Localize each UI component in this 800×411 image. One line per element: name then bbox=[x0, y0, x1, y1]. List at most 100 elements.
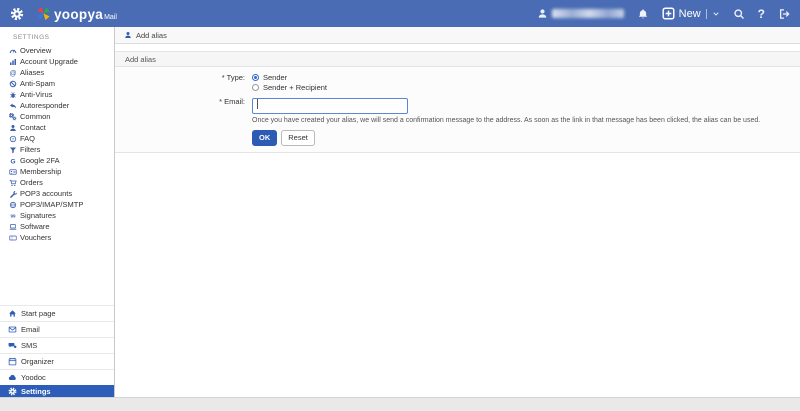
app-item-settings[interactable]: Settings bbox=[0, 385, 114, 397]
sidebar-item-anti-virus[interactable]: Anti-Virus bbox=[0, 89, 114, 100]
sidebar-item-vouchers[interactable]: Vouchers bbox=[0, 232, 114, 243]
envelope-icon bbox=[8, 325, 17, 334]
radio-option-sender[interactable]: Sender bbox=[252, 72, 327, 82]
help-icon[interactable]: ? bbox=[758, 8, 765, 20]
cart-icon bbox=[9, 179, 17, 187]
helper-text: Once you have created your alias, we wil… bbox=[252, 117, 760, 124]
account-menu[interactable] bbox=[537, 8, 624, 19]
sidebar-item-anti-spam[interactable]: Anti-Spam bbox=[0, 78, 114, 89]
sidebar-item-label: Contact bbox=[20, 123, 46, 132]
home-icon bbox=[8, 309, 17, 318]
google-icon bbox=[9, 157, 17, 165]
new-button-label: New bbox=[679, 8, 701, 20]
plus-square-icon bbox=[662, 7, 675, 20]
sidebar-item-common[interactable]: Common bbox=[0, 111, 114, 122]
radio-option-sender-recipient[interactable]: Sender + Recipient bbox=[252, 82, 327, 92]
app-item-sms[interactable]: SMS bbox=[0, 337, 114, 353]
content-area: Add alias Add alias * Type: SenderSender… bbox=[115, 27, 800, 397]
radio-sender-recipient[interactable] bbox=[252, 84, 259, 91]
ok-button[interactable]: OK bbox=[252, 130, 277, 146]
laptop-icon bbox=[9, 223, 17, 231]
gear-icon bbox=[8, 387, 17, 396]
sidebar-item-pop3-accounts[interactable]: POP3 accounts bbox=[0, 188, 114, 199]
panel-title: Add alias bbox=[115, 51, 800, 67]
sidebar-item-membership[interactable]: Membership bbox=[0, 166, 114, 177]
sidebar-item-google-2fa[interactable]: Google 2FA bbox=[0, 155, 114, 166]
reset-button[interactable]: Reset bbox=[281, 130, 315, 146]
chat-icon bbox=[8, 341, 17, 350]
search-icon[interactable] bbox=[733, 8, 745, 20]
text-caret bbox=[257, 99, 258, 109]
notifications-bell-icon[interactable] bbox=[637, 8, 649, 20]
app-logo[interactable]: yoopya Mail bbox=[36, 6, 117, 22]
sidebar-item-label: Common bbox=[20, 112, 50, 121]
sidebar-item-label: Account Upgrade bbox=[20, 57, 78, 66]
app-item-label: SMS bbox=[21, 341, 37, 350]
bug-icon bbox=[9, 91, 17, 99]
sidebar-item-label: Aliases bbox=[20, 68, 44, 77]
sidebar-item-label: Software bbox=[20, 222, 50, 231]
cloud-icon bbox=[8, 373, 17, 382]
divider bbox=[706, 9, 707, 19]
sidebar-item-aliases[interactable]: Aliases bbox=[0, 67, 114, 78]
sidebar-item-label: Autoresponder bbox=[20, 101, 69, 110]
sidebar-item-label: Anti-Virus bbox=[20, 90, 52, 99]
sidebar-item-pop3-imap-smtp[interactable]: POP3/IMAP/SMTP bbox=[0, 199, 114, 210]
sidebar-section-title: SETTINGS bbox=[0, 27, 114, 45]
wrench-icon bbox=[9, 190, 17, 198]
quote-icon bbox=[9, 212, 17, 220]
sidebar-item-account-upgrade[interactable]: Account Upgrade bbox=[0, 56, 114, 67]
breadcrumb: Add alias bbox=[115, 27, 800, 44]
sidebar-item-label: Vouchers bbox=[20, 233, 51, 242]
filter-icon bbox=[9, 146, 17, 154]
app-item-label: Settings bbox=[21, 387, 51, 396]
sidebar-item-orders[interactable]: Orders bbox=[0, 177, 114, 188]
logo-suffix: Mail bbox=[104, 14, 117, 21]
sign-out-icon[interactable] bbox=[778, 8, 790, 20]
idcard-icon bbox=[9, 168, 17, 176]
breadcrumb-label: Add alias bbox=[136, 31, 167, 40]
settings-nav: OverviewAccount UpgradeAliasesAnti-SpamA… bbox=[0, 45, 114, 243]
sidebar-item-software[interactable]: Software bbox=[0, 221, 114, 232]
app-item-label: Organizer bbox=[21, 357, 54, 366]
globe-icon bbox=[9, 201, 17, 209]
sidebar-item-label: Membership bbox=[20, 167, 61, 176]
voucher-icon bbox=[9, 234, 17, 242]
user-icon bbox=[124, 31, 132, 39]
new-button[interactable]: New bbox=[662, 7, 720, 20]
gauge-icon bbox=[9, 47, 17, 55]
sidebar-item-overview[interactable]: Overview bbox=[0, 45, 114, 56]
sidebar-item-label: POP3 accounts bbox=[20, 189, 72, 198]
app-item-organizer[interactable]: Organizer bbox=[0, 353, 114, 369]
app-item-email[interactable]: Email bbox=[0, 321, 114, 337]
app-item-label: Yoodoc bbox=[21, 373, 46, 382]
app-item-label: Start page bbox=[21, 309, 56, 318]
sidebar-item-label: Google 2FA bbox=[20, 156, 60, 165]
logo-text: yoopya bbox=[54, 7, 103, 22]
type-options: SenderSender + Recipient bbox=[252, 72, 327, 92]
add-alias-panel: Add alias * Type: SenderSender + Recipie… bbox=[115, 51, 800, 153]
ban-icon bbox=[9, 80, 17, 88]
radio-sender[interactable] bbox=[252, 74, 259, 81]
sidebar-item-label: POP3/IMAP/SMTP bbox=[20, 200, 83, 209]
sidebar-item-autoresponder[interactable]: Autoresponder bbox=[0, 100, 114, 111]
email-input[interactable] bbox=[252, 98, 408, 114]
type-label: * Type: bbox=[115, 72, 252, 92]
sidebar-item-label: Signatures bbox=[20, 211, 56, 220]
sidebar-item-signatures[interactable]: Signatures bbox=[0, 210, 114, 221]
app-item-start-page[interactable]: Start page bbox=[0, 305, 114, 321]
question-icon bbox=[9, 135, 17, 143]
email-label: * Email: bbox=[115, 96, 252, 146]
top-bar: yoopya Mail New ? bbox=[0, 0, 800, 27]
add-alias-form: * Type: SenderSender + Recipient * Email… bbox=[115, 67, 800, 153]
bottom-strip bbox=[0, 397, 800, 411]
apps-nav: Start page Email SMS Organizer Yoodoc Setting… bbox=[0, 305, 114, 397]
gear-icon[interactable] bbox=[10, 7, 24, 21]
sidebar-item-label: FAQ bbox=[20, 134, 35, 143]
sidebar-item-faq[interactable]: FAQ bbox=[0, 133, 114, 144]
sidebar-item-filters[interactable]: Filters bbox=[0, 144, 114, 155]
sidebar-item-label: Filters bbox=[20, 145, 40, 154]
app-item-yoodoc[interactable]: Yoodoc bbox=[0, 369, 114, 385]
sidebar-item-contact[interactable]: Contact bbox=[0, 122, 114, 133]
chevron-down-icon[interactable] bbox=[712, 10, 720, 18]
